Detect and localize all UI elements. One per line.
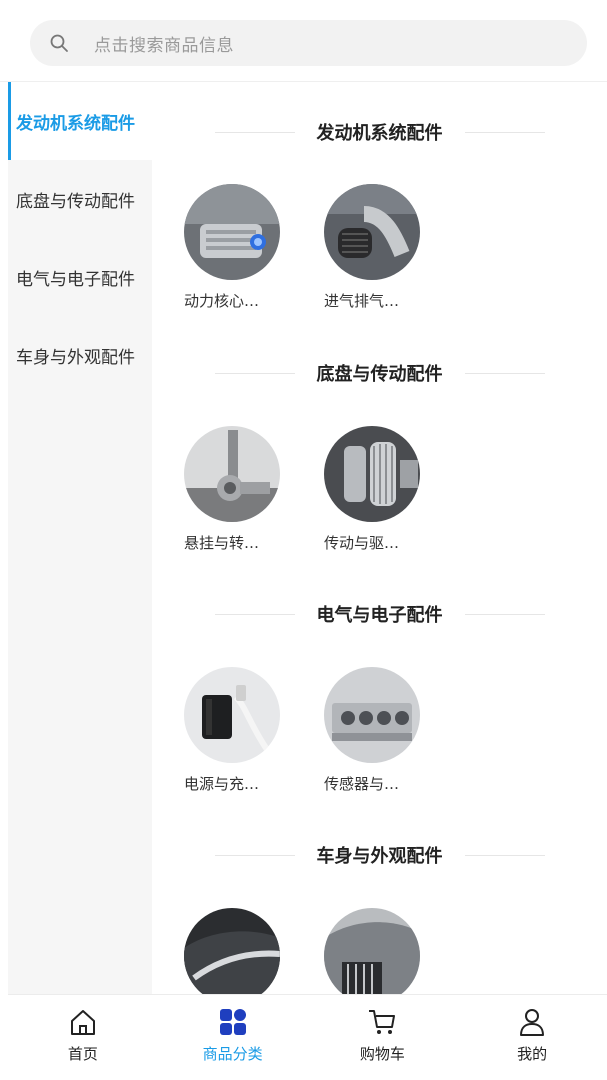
divider bbox=[464, 131, 545, 133]
product-name: 传感器与… bbox=[324, 775, 400, 793]
body-trim-image bbox=[184, 908, 280, 994]
search-header: 点击搜索商品信息 bbox=[0, 0, 607, 82]
tab-label: 商品分类 bbox=[202, 1045, 263, 1063]
bottom-safe-area bbox=[0, 1070, 607, 1080]
sidebar-item-label: 车身与外观配件 bbox=[16, 347, 135, 368]
tab-profile[interactable]: 我的 bbox=[457, 995, 607, 1070]
search-icon bbox=[48, 32, 70, 54]
section-title: 车身与外观配件 bbox=[152, 840, 607, 870]
product-name: 传动与驱… bbox=[324, 534, 400, 552]
sidebar-item-engine[interactable]: 发动机系统配件 bbox=[8, 82, 152, 160]
charger-cable-image bbox=[184, 667, 280, 763]
tab-label: 我的 bbox=[517, 1045, 548, 1063]
search-bar[interactable]: 点击搜索商品信息 bbox=[30, 20, 587, 66]
front-grille-image bbox=[324, 908, 420, 994]
tab-label: 购物车 bbox=[359, 1045, 405, 1063]
suspension-arm-image bbox=[184, 426, 280, 522]
product-item[interactable]: 传动与驱… bbox=[324, 426, 434, 553]
sidebar-item-label: 发动机系统配件 bbox=[16, 113, 135, 134]
product-name: 进气排气… bbox=[324, 292, 400, 310]
air-intake-filter-image bbox=[324, 184, 420, 280]
divider bbox=[214, 613, 295, 615]
divider bbox=[214, 854, 295, 856]
supercharger-image bbox=[184, 184, 280, 280]
divider bbox=[214, 131, 295, 133]
section-title: 底盘与传动配件 bbox=[152, 358, 607, 388]
section-title-text: 底盘与传动配件 bbox=[316, 364, 443, 385]
product-item[interactable] bbox=[324, 908, 434, 994]
product-item[interactable]: 动力核心… bbox=[184, 184, 294, 311]
tab-label: 首页 bbox=[67, 1045, 98, 1063]
divider bbox=[214, 372, 295, 374]
sidebar-item-electrical[interactable]: 电气与电子配件 bbox=[8, 238, 152, 316]
section-title-text: 电气与电子配件 bbox=[316, 605, 443, 626]
product-name: 电源与充… bbox=[184, 775, 260, 793]
gear-shaft-image bbox=[324, 426, 420, 522]
home-icon bbox=[66, 1005, 100, 1039]
sensor-block-image bbox=[324, 667, 420, 763]
product-item[interactable]: 悬挂与转… bbox=[184, 426, 294, 553]
user-icon bbox=[515, 1005, 549, 1039]
product-name: 动力核心… bbox=[184, 292, 260, 310]
category-content: 发动机系统配件 动力核心… 进气排气… 底盘与传动配件 悬挂与转… 传动与驱… … bbox=[152, 82, 607, 994]
cart-icon bbox=[365, 1005, 399, 1039]
tab-home[interactable]: 首页 bbox=[8, 995, 158, 1070]
category-sidebar: 发动机系统配件 底盘与传动配件 电气与电子配件 车身与外观配件 bbox=[8, 82, 152, 994]
divider bbox=[464, 372, 545, 374]
section-title: 电气与电子配件 bbox=[152, 599, 607, 629]
sidebar-item-body[interactable]: 车身与外观配件 bbox=[8, 316, 152, 394]
tab-category[interactable]: 商品分类 bbox=[158, 995, 308, 1070]
bottom-tab-bar: 首页 商品分类 购物车 我的 bbox=[8, 994, 607, 1070]
tab-cart[interactable]: 购物车 bbox=[308, 995, 458, 1070]
product-item[interactable]: 进气排气… bbox=[324, 184, 434, 311]
section-title-text: 发动机系统配件 bbox=[316, 123, 443, 144]
section-title-text: 车身与外观配件 bbox=[316, 846, 443, 867]
divider bbox=[464, 854, 545, 856]
product-name: 悬挂与转… bbox=[184, 534, 260, 552]
category-icon bbox=[216, 1005, 250, 1039]
section-title: 发动机系统配件 bbox=[152, 117, 607, 147]
sidebar-item-label: 底盘与传动配件 bbox=[16, 191, 135, 212]
sidebar-item-label: 电气与电子配件 bbox=[16, 269, 135, 290]
product-item[interactable] bbox=[184, 908, 294, 994]
product-item[interactable]: 传感器与… bbox=[324, 667, 434, 794]
divider bbox=[464, 613, 545, 615]
product-item[interactable]: 电源与充… bbox=[184, 667, 294, 794]
search-input[interactable]: 点击搜索商品信息 bbox=[94, 31, 234, 56]
sidebar-item-chassis[interactable]: 底盘与传动配件 bbox=[8, 160, 152, 238]
